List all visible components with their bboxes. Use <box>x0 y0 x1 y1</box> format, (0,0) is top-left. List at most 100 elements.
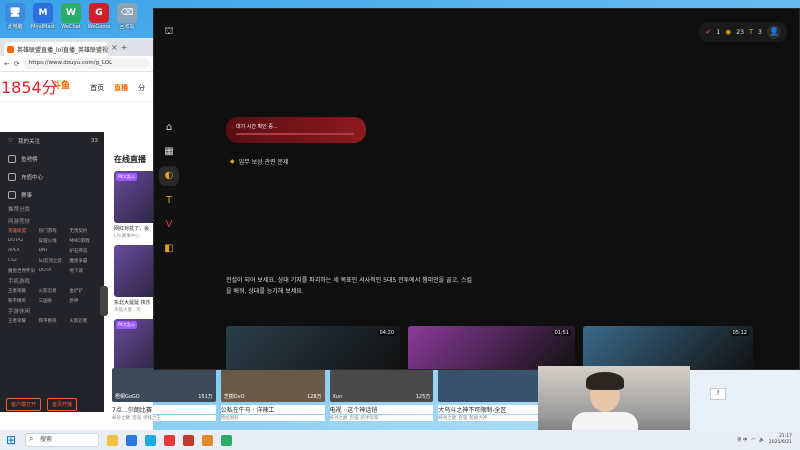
tft-icon[interactable]: T <box>162 194 176 208</box>
follow-count: 33 <box>91 138 98 144</box>
input-method-indicator[interactable]: 英 中 <box>737 437 747 443</box>
new-tab-icon[interactable]: + <box>121 43 128 52</box>
game-category-link[interactable]: 穿越火线 <box>39 238 70 244</box>
lor-icon[interactable]: ◧ <box>162 242 176 256</box>
game-category-link[interactable]: 英雄联盟 <box>8 228 39 234</box>
game-category-link[interactable]: 火影忍者 <box>69 318 100 324</box>
video-thumbnail[interactable]: 05:12 <box>583 326 753 369</box>
game-category-link[interactable]: 热门游戏 <box>39 228 70 234</box>
desktop-icon[interactable]: 🖥 此电脑 <box>3 3 27 42</box>
volume-icon[interactable]: 🔈 <box>759 438 765 443</box>
game-category-link[interactable]: 金铲铲 <box>69 288 100 294</box>
stream-card-title[interactable]: 东北大鼠鼠 快乐 <box>114 299 153 306</box>
game-category-link[interactable]: 魔兽世界怀旧 <box>8 268 39 274</box>
tab-close-icon[interactable]: × <box>111 43 118 52</box>
stream-title[interactable]: 公私在牛马 · 洋辣工 <box>220 405 325 414</box>
game-category-link[interactable]: 王者荣耀 <box>8 318 39 324</box>
taskbar-app-icon[interactable] <box>221 434 232 446</box>
game-category-link[interactable]: 炉石传说 <box>69 248 100 254</box>
desktop-icon[interactable]: ⌫ 回收站 <box>115 3 139 42</box>
game-category-link[interactable]: 原神 <box>69 298 100 304</box>
stream-tag[interactable]: 单排之王 <box>143 415 161 421</box>
stream-tag[interactable]: 新手玩家 <box>361 415 379 421</box>
game-category-link[interactable]: 地下城 <box>69 268 100 274</box>
stream-thumbnail[interactable] <box>438 368 542 402</box>
stream-tag[interactable]: 百强 <box>132 415 141 421</box>
stream-tag[interactable]: 峡谷之巅 <box>438 415 456 421</box>
profile-avatar-icon[interactable]: 👤 <box>767 25 781 39</box>
stream-card-title[interactable]: 网红对抗了，会 <box>114 225 153 232</box>
stream-tag[interactable]: 哈哈真好 <box>221 415 239 421</box>
game-category-link[interactable]: DOTA <box>39 268 70 274</box>
clock[interactable]: 21:17 2025/6/21 <box>769 434 792 446</box>
open-client-button[interactable]: 客户端打开 <box>6 398 42 411</box>
stream-thumbnail[interactable]: 芝樹OvO 128万 <box>220 368 325 402</box>
stream-card-thumbnail[interactable]: PK大乱斗 <box>114 171 153 223</box>
stream-thumbnail[interactable]: Xun 125万 <box>329 368 434 402</box>
back-icon[interactable]: ← <box>4 60 10 68</box>
game-category-link[interactable]: 无畏契约 <box>69 228 100 234</box>
browser-tab[interactable]: 英雄联盟直播_lol直播_英雄联盟视频 <box>4 42 108 56</box>
refresh-icon[interactable]: ⟳ <box>14 60 20 68</box>
video-thumbnail[interactable]: 04:20 <box>226 326 400 369</box>
stream-card[interactable]: 梧桐GoGO 151万 7点…尔朗比赛 峡谷之巅 百强 单排之王 <box>112 368 216 430</box>
nav-item[interactable]: 首页 <box>90 83 104 93</box>
game-category-link[interactable]: 魔兽争霸 <box>69 258 100 264</box>
game-category-link[interactable]: 王者荣耀 <box>8 288 39 294</box>
stream-title[interactable]: 电视 · 这个神话铠 <box>329 405 434 414</box>
sidebar-item[interactable]: 鱼吧榜 <box>0 150 104 168</box>
game-category-link[interactable]: CS2 <box>8 258 39 264</box>
stream-tag[interactable]: 峡谷之巅 <box>112 415 130 421</box>
wifi-icon[interactable]: ◠ <box>751 438 755 443</box>
library-icon[interactable]: ▦ <box>162 145 176 159</box>
sidebar-item-follow[interactable]: ♡ 我的关注 33 <box>0 132 104 150</box>
taskbar-app-icon[interactable] <box>183 434 194 446</box>
video-thumbnail[interactable]: 01:51 <box>408 326 575 369</box>
nav-item[interactable]: 直播 <box>114 83 128 93</box>
nav-item[interactable]: 分 <box>138 83 145 93</box>
sidebar-collapse-handle[interactable] <box>100 286 108 316</box>
riot-logo-icon[interactable]: ⛫ <box>162 25 176 39</box>
stream-thumbnail[interactable]: 梧桐GoGO 151万 <box>112 368 216 402</box>
stream-card[interactable]: 芝樹OvO 128万公私在牛马 · 洋辣工 哈哈真好 <box>220 368 325 430</box>
desktop-icon[interactable]: W WeChat <box>59 3 83 42</box>
game-category-link[interactable]: 火影忍者 <box>39 288 70 294</box>
home-icon[interactable]: ⌂ <box>162 121 176 135</box>
stream-tag[interactable]: 峡谷之巅 <box>330 415 348 421</box>
taskbar-app-icon[interactable] <box>164 434 175 446</box>
desktop-icon[interactable]: G WeGame <box>87 3 111 42</box>
start-button-icon[interactable]: ⊞ <box>3 432 19 448</box>
taskbar-app-icon[interactable] <box>107 434 118 446</box>
start-stream-button[interactable]: 首页开播 <box>47 398 78 411</box>
league-icon[interactable]: ◐ <box>159 166 179 186</box>
stream-tag[interactable]: 百强 <box>350 415 359 421</box>
desktop-icon-label: 此电脑 <box>7 24 23 30</box>
stream-card[interactable]: 大乌斗之神不可限制-全区 峡谷之巅 百强 超级大神 <box>438 368 542 430</box>
stream-title[interactable]: 7点…尔朗比赛 <box>112 405 216 414</box>
stream-title[interactable]: 大乌斗之神不可限制-全区 <box>438 405 542 414</box>
taskbar-app-icon[interactable] <box>202 434 213 446</box>
stream-card-thumbnail[interactable] <box>114 245 153 297</box>
game-category-link[interactable]: APEX <box>8 248 39 254</box>
stream-card-thumbnail[interactable]: PK大乱斗 <box>114 319 153 371</box>
stream-tag[interactable]: 百强 <box>458 415 467 421</box>
stream-tag[interactable]: 超级大神 <box>469 415 487 421</box>
game-category-link[interactable]: 和平精英 <box>8 298 39 304</box>
stream-card[interactable]: Xun 125万电视 · 这个神话铠 峡谷之巅 百强 新手玩家 <box>329 368 434 430</box>
mission-alert[interactable]: ◆ 임무 보상 관련 문제 <box>230 157 289 166</box>
sidebar-item[interactable]: 充值中心 <box>0 168 104 186</box>
game-category-link[interactable]: MMO游戏 <box>69 238 100 244</box>
desktop-icon[interactable]: MMindMaster思维导图 <box>31 3 55 42</box>
game-category-link[interactable]: lol云顶之弈 <box>39 258 70 264</box>
help-button[interactable]: ? <box>710 388 726 400</box>
game-category-link[interactable]: DNF <box>39 248 70 254</box>
url-field[interactable]: https://www.douyu.com/g_LOL <box>23 58 149 69</box>
game-category-link[interactable]: 三国杀 <box>39 298 70 304</box>
taskbar-app-icon[interactable] <box>126 434 137 446</box>
valorant-icon[interactable]: V <box>162 218 176 232</box>
taskbar-app-icon[interactable] <box>145 434 156 446</box>
game-category-link[interactable]: 和平精英 <box>39 318 70 324</box>
sidebar-item[interactable]: 赛事 <box>0 186 104 204</box>
game-category-link[interactable]: DOTA2 <box>8 238 39 244</box>
taskbar-search[interactable]: 搜索 <box>25 433 99 447</box>
